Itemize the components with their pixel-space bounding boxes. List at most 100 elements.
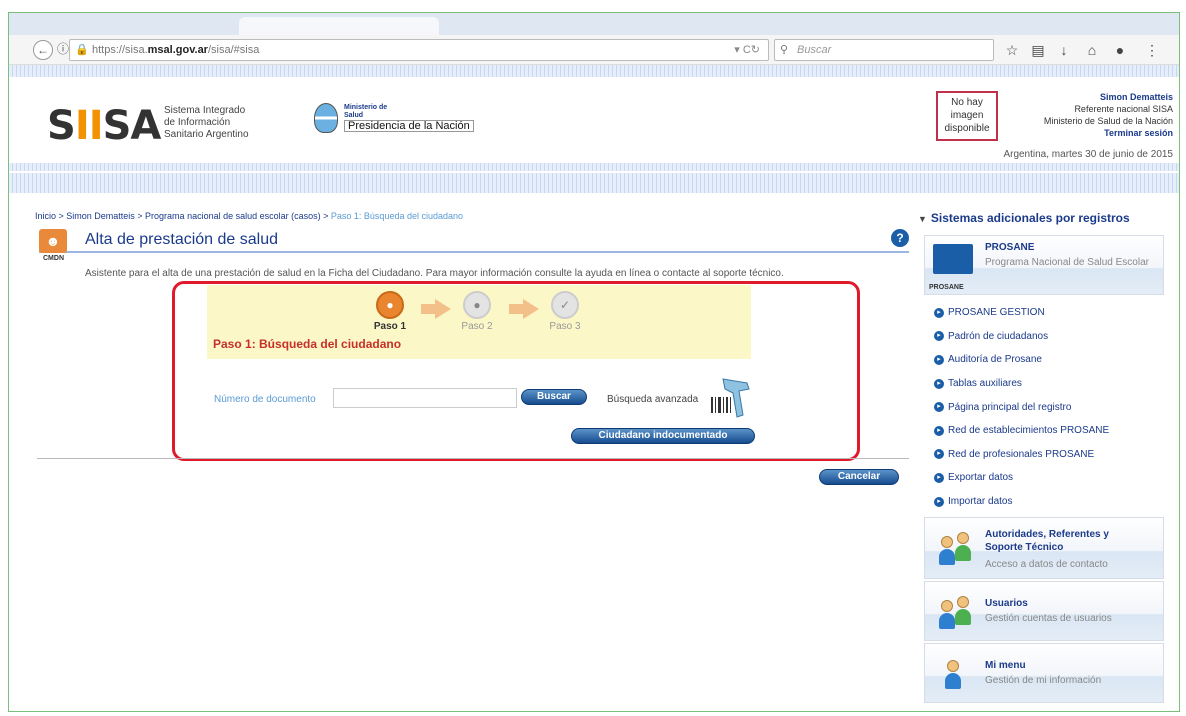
ministry-line: Salud [344, 112, 364, 119]
cmdn-label: CMDN [43, 255, 64, 262]
sidebar-title[interactable]: ▼ Sistemas adicionales por registros [914, 211, 1164, 235]
browser-toolbar: ← ⓘ 🔒 https://sisa.msal.gov.ar/sisa/#sis… [9, 35, 1179, 65]
arrow-circle-icon: ▸ [934, 354, 944, 365]
sidebar-link[interactable]: ▸ Exportar datos [934, 466, 1164, 490]
tab-strip [9, 13, 1179, 35]
arrow-circle-icon: ▸ [934, 402, 944, 413]
sidebar-link[interactable]: ▸ Página principal del registro [934, 395, 1164, 419]
user-name: Simon Dematteis [1099, 92, 1173, 102]
national-shield-icon [314, 103, 338, 133]
home-icon[interactable]: ⌂ [1083, 41, 1101, 59]
url-host: msal.gov.ar [147, 44, 208, 56]
header-divider-pattern [9, 163, 1179, 171]
chat-icon[interactable]: ● [1111, 41, 1129, 59]
user-info: Simon Dematteis Referente nacional SISA … [1044, 91, 1173, 139]
search-placeholder: Buscar [797, 44, 832, 56]
clipboard-icon[interactable]: ▤ [1029, 41, 1047, 59]
sidebar-link-label: Exportar datos [948, 472, 1014, 484]
back-icon[interactable]: ← [33, 40, 53, 60]
logo-sub-line: Sanitario Argentino [164, 129, 249, 140]
intro-text: Asistente para el alta de una prestación… [85, 268, 784, 279]
url-bar[interactable]: 🔒 https://sisa.msal.gov.ar/sisa/#sisa ▾ … [69, 39, 769, 61]
help-icon[interactable]: ? [891, 229, 909, 247]
sidebar-link-label: Red de profesionales PROSANE [948, 448, 1095, 460]
my-menu-subtitle: Gestión de mi información [985, 675, 1102, 687]
sidebar-link[interactable]: ▸ Tablas auxiliares [934, 372, 1164, 396]
sidebar-link[interactable]: ▸ Red de establecimientos PROSANE [934, 419, 1164, 443]
user-photo-placeholder: No hay imagen disponible [936, 91, 998, 141]
people-group-icon: ☻ [39, 229, 67, 253]
arrow-circle-icon: ▸ [934, 449, 944, 460]
collapse-triangle-icon[interactable]: ▼ [918, 214, 927, 224]
sidebar-block-users[interactable]: Usuarios Gestión cuentas de usuarios [924, 581, 1164, 642]
user-role: Referente nacional SISA [1074, 104, 1173, 114]
prosane-title: PROSANE [985, 242, 1035, 253]
sidebar-link-label: Red de establecimientos PROSANE [948, 425, 1110, 437]
menu-icon[interactable]: ⋮ [1143, 41, 1161, 59]
sidebar-link-label: Auditoría de Prosane [948, 354, 1042, 366]
sidebar-link-label: Padrón de ciudadanos [948, 330, 1049, 342]
cancel-button[interactable]: Cancelar [819, 469, 899, 485]
no-image-text: No hay [951, 97, 983, 108]
sidebar-link-label: Importar datos [948, 496, 1013, 508]
authorities-title: Autoridades, Referentes y Soporte Técnic… [985, 529, 1109, 554]
sidebar-link[interactable]: ▸ Padrón de ciudadanos [934, 325, 1164, 349]
person-icon [933, 656, 973, 690]
sidebar-block-prosane[interactable]: PROSANE PROSANE Programa Nacional de Sal… [924, 235, 1164, 295]
header-bottom-pattern [9, 173, 1179, 193]
arrow-circle-icon: ▸ [934, 307, 944, 318]
arrow-circle-icon: ▸ [934, 472, 944, 483]
no-image-text: imagen [950, 110, 984, 121]
sidebar-link-label: Tablas auxiliares [948, 378, 1022, 390]
sidebar: ▼ Sistemas adicionales por registros PROS… [914, 211, 1164, 705]
arrow-circle-icon: ▸ [934, 425, 944, 436]
presidency-label: Presidencia de la Nación [344, 120, 474, 132]
users-icon [933, 594, 973, 630]
reload-icon[interactable]: ▾ C↻ [734, 40, 760, 60]
users-subtitle: Gestión cuentas de usuarios [985, 613, 1112, 625]
sidebar-link[interactable]: ▸ PROSANE GESTION [934, 301, 1164, 325]
sidebar-title-text: Sistemas adicionales por registros [930, 211, 1130, 225]
sidebar-links: ▸ PROSANE GESTION ▸ Padrón de ciudadanos ▸… [934, 297, 1164, 517]
sidebar-link[interactable]: ▸ Auditoría de Prosane [934, 348, 1164, 372]
sidebar-block-my-menu[interactable]: Mi menu Gestión de mi información [924, 643, 1164, 704]
star-icon[interactable]: ☆ [1003, 41, 1021, 59]
logo-sub-line: Sistema Integrado [164, 105, 246, 116]
current-date: Argentina, martes 30 de junio de 2015 [1003, 149, 1173, 160]
sidebar-block-authorities[interactable]: Autoridades, Referentes y Soporte Técnic… [924, 517, 1164, 580]
lock-icon: 🔒 [75, 44, 89, 56]
prosane-logo-icon [933, 244, 973, 274]
breadcrumb-path[interactable]: Inicio > Simon Dematteis > Programa naci… [35, 211, 331, 221]
title-row: ☻ CMDN Alta de prestación de salud ? [39, 229, 909, 262]
sidebar-link[interactable]: ▸ Importar datos [934, 490, 1164, 514]
sidebar-link-label: PROSANE GESTION [948, 307, 1045, 319]
download-icon[interactable]: ↓ [1055, 41, 1073, 59]
logo-subtitle: Sistema Integrado de Información Sanitar… [164, 105, 249, 141]
search-icon: ⚲ [780, 44, 789, 56]
logout-link[interactable]: Terminar sesión [1044, 127, 1173, 139]
ministry-line: Ministerio de [344, 104, 388, 111]
siisa-logo[interactable]: SIISA [47, 103, 161, 149]
breadcrumb: Inicio > Simon Dematteis > Programa naci… [35, 211, 463, 221]
authorities-subtitle: Acceso a datos de contacto [985, 559, 1108, 571]
url-prefix: https://sisa. [92, 44, 148, 56]
no-image-text: disponible [944, 123, 990, 134]
arrow-circle-icon: ▸ [934, 331, 944, 342]
url-path: /sisa/#sisa [207, 44, 260, 56]
search-bar[interactable]: ⚲ Buscar [774, 39, 994, 61]
sidebar-link-label: Página principal del registro [948, 401, 1072, 413]
prosane-logo-caption: PROSANE [929, 284, 964, 291]
ministry-logo[interactable]: Ministerio de Salud Presidencia de la Na… [314, 103, 474, 133]
content-divider [37, 458, 909, 459]
breadcrumb-current: Paso 1: Búsqueda del ciudadano [330, 211, 464, 221]
arrow-circle-icon: ▸ [934, 496, 944, 507]
page-title: Alta de prestación de salud [85, 231, 279, 248]
logo-sub-line: de Información [164, 117, 231, 128]
my-menu-title: Mi menu [985, 660, 1026, 672]
sidebar-link[interactable]: ▸ Red de profesionales PROSANE [934, 443, 1164, 467]
highlight-box [172, 281, 860, 461]
user-org: Ministerio de Salud de la Nación [1043, 116, 1173, 126]
browser-tab[interactable] [239, 17, 439, 35]
screenshot-frame: ← ⓘ 🔒 https://sisa.msal.gov.ar/sisa/#sis… [8, 12, 1180, 712]
prosane-subtitle: Programa Nacional de Salud Escolar [985, 257, 1149, 268]
